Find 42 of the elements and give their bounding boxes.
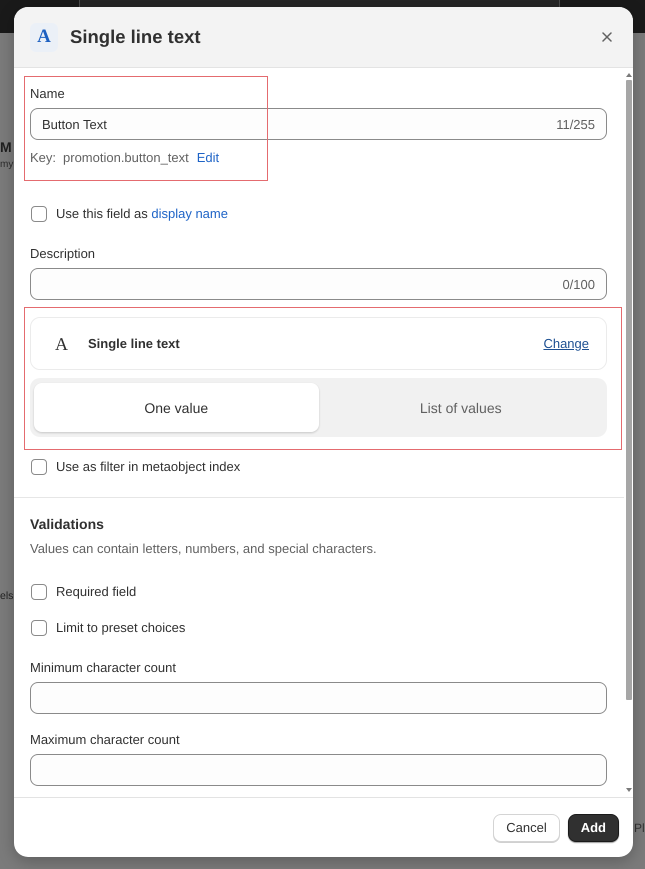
checkbox-label: Use as filter in metaobject index [56,459,240,475]
background-text: M [0,139,12,155]
checkbox[interactable] [31,459,47,475]
add-button[interactable]: Add [568,814,619,842]
close-icon [602,32,612,42]
display-name-link[interactable]: display name [151,206,228,221]
background-text: Pl [634,821,645,835]
key-value: promotion.button_text [63,150,189,166]
dialog-title: Single line text [70,26,201,48]
search-field[interactable] [79,0,560,7]
checkbox[interactable] [31,584,47,600]
field-label: Minimum character count [30,660,176,676]
edit-link[interactable]: Edit [196,150,220,166]
scrollbar-thumb[interactable] [626,80,632,700]
checkbox[interactable] [31,620,47,636]
type-name: Single line text [88,336,180,351]
section-description: Values can contain letters, numbers, and special characters. [30,541,377,557]
cancel-button[interactable]: Cancel [493,814,560,842]
value-mode-tab[interactable]: One value [34,383,318,432]
number-field[interactable] [30,682,607,714]
number-field[interactable] [30,754,607,786]
background-text: my [0,159,14,171]
character-counter: 0/100 [562,276,595,292]
scroll-down-icon[interactable] [626,788,632,792]
checkbox-label: Limit to preset choices [56,620,186,636]
letter-a-icon: A [55,334,68,352]
letter-a-icon: A [30,22,58,52]
description-field[interactable]: 0/100 [30,268,607,300]
name-field[interactable]: Button Text 11/255 [30,108,607,140]
background-text: els [0,590,14,603]
checkbox-label: Use this field as display name [56,206,228,222]
section-title: Validations [30,516,104,532]
scroll-up-icon[interactable] [626,73,632,77]
change-link[interactable]: Change [543,336,589,351]
value-mode-tab[interactable]: List of values [318,383,603,432]
checkbox[interactable] [31,206,47,222]
key-label: Key: [30,150,56,166]
field-label: Description [30,246,96,262]
field-label: Name [30,86,65,102]
character-counter: 11/255 [556,116,595,132]
field-label: Maximum character count [30,732,180,748]
checkbox-label: Required field [56,584,136,600]
